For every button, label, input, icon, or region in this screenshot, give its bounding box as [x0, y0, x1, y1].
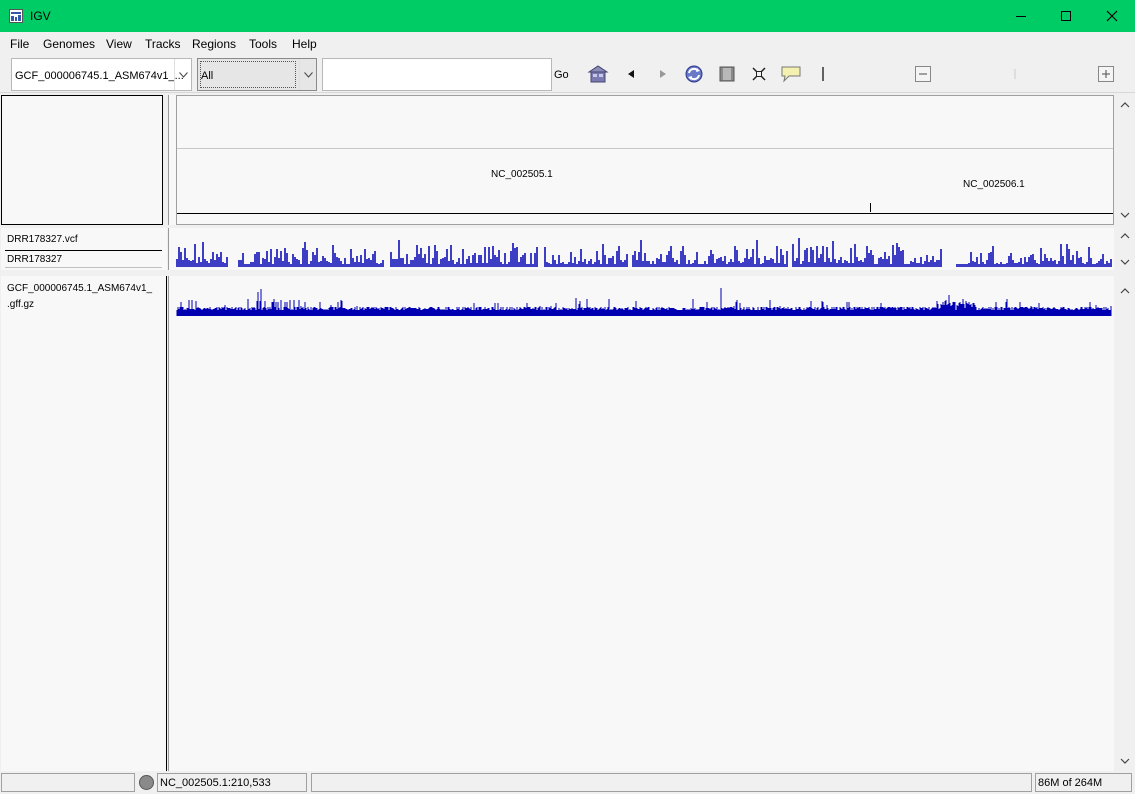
- sample-track-name[interactable]: DRR178327: [7, 254, 62, 265]
- menu-tools[interactable]: Tools: [249, 37, 277, 51]
- header-name-panel: [1, 95, 163, 225]
- menu-genomes[interactable]: Genomes: [43, 37, 95, 51]
- title-bar: IGV: [0, 0, 1135, 32]
- scroll-up-icon: [1120, 288, 1130, 294]
- scroll-down-icon: [1120, 758, 1130, 764]
- zoom-slider[interactable]: [1003, 63, 1027, 85]
- toolbar-separator: [811, 63, 835, 85]
- vcf-data-panel[interactable]: [176, 228, 1114, 270]
- memory-status: 86M of 264M: [1035, 773, 1132, 792]
- chevron-down-icon: [174, 59, 191, 90]
- gff-track-name-line2[interactable]: .gff.gz: [7, 299, 34, 310]
- chromosome-dropdown[interactable]: All: [197, 58, 317, 91]
- locus-search-input[interactable]: [322, 58, 552, 91]
- feature-scrollbar[interactable]: [1115, 276, 1135, 771]
- close-icon: [1106, 10, 1118, 22]
- vcf-track-name[interactable]: DRR178327.vcf: [7, 234, 78, 245]
- gff-feature-density-track: [176, 288, 1112, 316]
- zoom-out-icon: [915, 66, 931, 82]
- menu-bar: File Genomes View Tracks Regions Tools H…: [0, 32, 1135, 56]
- position-readout: NC_002505.1:210,533: [157, 773, 307, 792]
- scroll-up-icon: [1120, 233, 1130, 239]
- forward-icon: [660, 70, 666, 78]
- zoom-out-button[interactable]: [911, 63, 935, 85]
- refresh-button[interactable]: [682, 63, 706, 85]
- vcf-attribute-panel: [168, 228, 176, 270]
- popup-info-icon: [781, 66, 801, 83]
- toolbar: GCF_000006745.1_ASM674v1_... All Go: [0, 56, 1135, 93]
- genome-dropdown-value: GCF_000006745.1_ASM674v1_...: [15, 70, 184, 82]
- menu-help[interactable]: Help: [292, 37, 317, 51]
- activity-indicator-icon: [139, 775, 154, 790]
- window-title: IGV: [30, 9, 51, 23]
- resize-icon: [719, 66, 735, 82]
- menu-regions[interactable]: Regions: [192, 37, 236, 51]
- maximize-icon: [1061, 11, 1071, 21]
- status-bar: NC_002505.1:210,533 86M of 264M: [0, 772, 1135, 794]
- chromosome-label-nc002506[interactable]: NC_002506.1: [963, 179, 1025, 190]
- ruler-line: [177, 213, 1113, 214]
- scroll-up-icon: [1120, 102, 1130, 108]
- ruler-panel[interactable]: NC_002505.1 NC_002506.1: [176, 95, 1114, 225]
- go-button[interactable]: Go: [552, 58, 573, 91]
- genome-dropdown[interactable]: GCF_000006745.1_ASM674v1_...: [11, 58, 192, 91]
- scroll-down-icon: [1120, 259, 1130, 265]
- menu-file[interactable]: File: [10, 37, 29, 51]
- feature-name-panel: GCF_000006745.1_ASM674v1_ .gff.gz: [1, 276, 167, 771]
- forward-button[interactable]: [651, 63, 675, 85]
- close-button[interactable]: [1089, 0, 1135, 32]
- header-attribute-panel: [168, 95, 176, 225]
- home-button[interactable]: [586, 63, 610, 85]
- feature-data-panel[interactable]: [176, 276, 1114, 771]
- back-icon: [628, 70, 634, 78]
- vcf-variant-density-track: [176, 238, 1112, 267]
- minimize-button[interactable]: [998, 0, 1044, 32]
- select-region-icon: [752, 67, 766, 81]
- chromosome-dropdown-value: All: [201, 70, 214, 82]
- status-message: [1, 773, 135, 792]
- zoom-in-button[interactable]: [1094, 63, 1118, 85]
- scroll-down-icon: [1120, 212, 1130, 218]
- zoom-in-icon: [1098, 66, 1114, 82]
- feature-attribute-panel: [168, 276, 176, 771]
- back-button[interactable]: [619, 63, 643, 85]
- refresh-icon: [685, 65, 703, 83]
- chevron-down-icon: [299, 59, 316, 90]
- maximize-button[interactable]: [1043, 0, 1089, 32]
- menu-tracks[interactable]: Tracks: [145, 37, 181, 51]
- minimize-icon: [1016, 16, 1026, 17]
- vcf-scrollbar[interactable]: [1115, 228, 1135, 270]
- gff-track-name-line1[interactable]: GCF_000006745.1_ASM674v1_: [7, 283, 152, 294]
- menu-view[interactable]: View: [106, 37, 132, 51]
- igv-app-icon: [9, 9, 23, 23]
- status-message-center: [311, 773, 1032, 792]
- popup-info-button[interactable]: [779, 63, 803, 85]
- home-icon: [587, 65, 609, 83]
- chromosome-boundary-marker: [870, 203, 871, 212]
- vcf-name-panel: DRR178327.vcf DRR178327: [1, 228, 167, 270]
- header-scrollbar[interactable]: [1115, 95, 1135, 225]
- igv-window: IGV File Genomes View Tracks Regions Too…: [0, 0, 1135, 794]
- chromosome-label-nc002505[interactable]: NC_002505.1: [491, 169, 553, 180]
- resize-to-window-button[interactable]: [715, 63, 739, 85]
- region-of-interest-button[interactable]: [747, 63, 771, 85]
